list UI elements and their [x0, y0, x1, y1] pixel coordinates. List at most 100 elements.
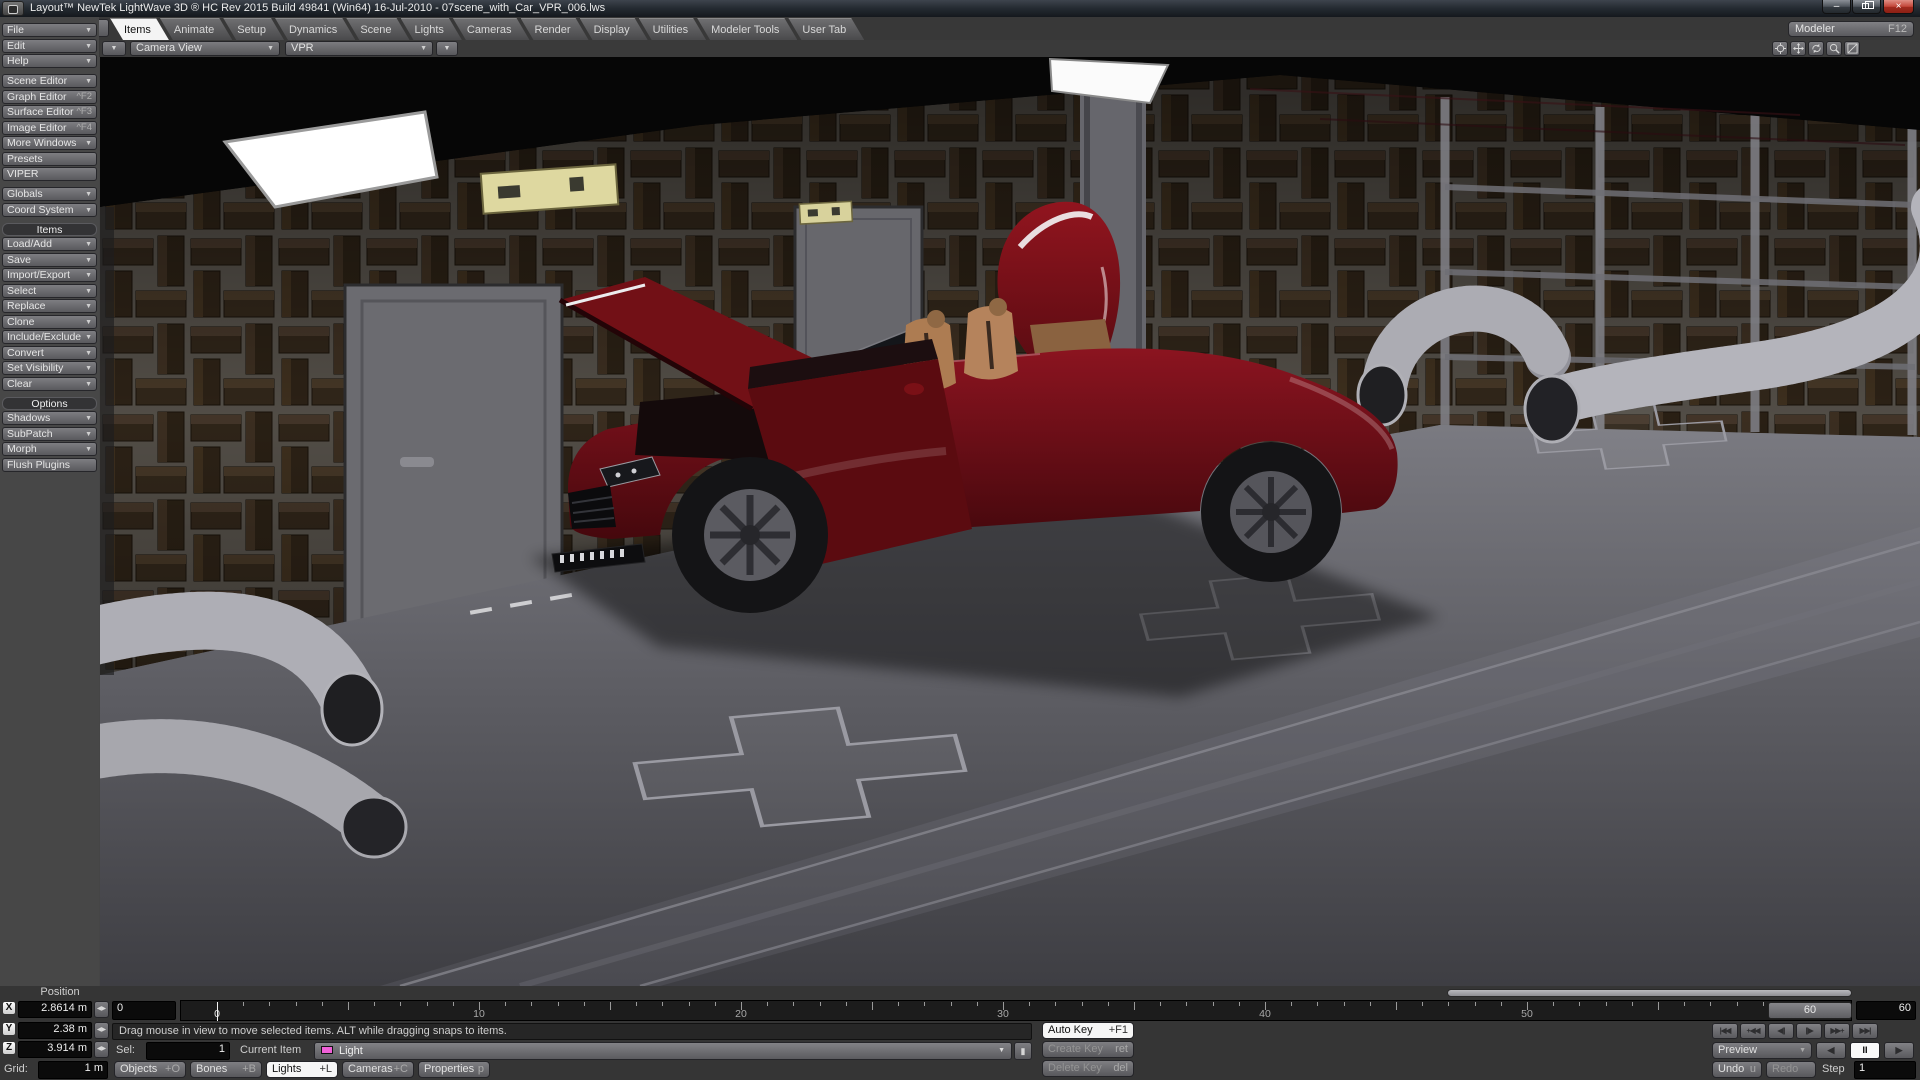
spinner-icon[interactable]: ◀▶ — [94, 1022, 109, 1039]
center-item-icon[interactable] — [1772, 41, 1788, 56]
close-button[interactable]: × — [1883, 0, 1914, 14]
sidebar-item-scene-editor[interactable]: Scene Editor▼ — [2, 74, 97, 88]
modeler-button[interactable]: Modeler F12 — [1788, 21, 1914, 37]
sidebar-item-set-visibility[interactable]: Set Visibility▼ — [2, 361, 97, 375]
redo-button[interactable]: Redo — [1766, 1061, 1816, 1078]
restore-button[interactable] — [1852, 0, 1881, 14]
sidebar-item-flush-plugins[interactable]: Flush Plugins — [2, 458, 97, 472]
viewport-menu-button[interactable]: ▼ — [102, 41, 126, 56]
ruler-tick — [820, 1002, 821, 1006]
sel-label: Sel: — [116, 1044, 135, 1056]
next-keyframe-button[interactable]: ▶▶+ — [1824, 1023, 1850, 1039]
tab-scene[interactable]: Scene — [346, 18, 409, 40]
axis-y-button[interactable]: Y — [2, 1022, 16, 1036]
tab-lights[interactable]: Lights — [401, 18, 462, 40]
preview-dropdown[interactable]: Preview ▼ — [1712, 1042, 1812, 1059]
sidebar-item-presets[interactable]: Presets — [2, 152, 97, 166]
spinner-icon[interactable]: ◀▶ — [94, 1041, 109, 1058]
timeline-ruler[interactable]: 01020304050 — [180, 1000, 1852, 1021]
sidebar-item-surface-editor[interactable]: Surface Editor^F3 — [2, 105, 97, 119]
minimize-button[interactable]: – — [1822, 0, 1851, 14]
prev-frame-button[interactable]: ◀|| — [1768, 1023, 1794, 1039]
zoom-icon[interactable] — [1826, 41, 1842, 56]
step-field[interactable]: 1 — [1854, 1061, 1916, 1079]
next-frame-button[interactable]: ||▶ — [1796, 1023, 1822, 1039]
position-x-field[interactable]: 2.8614 m — [18, 1001, 92, 1018]
sidebar-item-coord-system[interactable]: Coord System▼ — [2, 203, 97, 217]
sidebar-item-clone[interactable]: Clone▼ — [2, 315, 97, 329]
pause-button[interactable]: II — [1850, 1042, 1880, 1059]
timeline-scrollbar[interactable] — [1447, 989, 1852, 997]
sidebar-item-image-editor[interactable]: Image Editor^F4 — [2, 121, 97, 135]
viewport-render[interactable] — [100, 57, 1920, 986]
render-mode-dropdown[interactable]: VPR ▼ — [285, 41, 433, 56]
tab-cameras[interactable]: Cameras — [453, 18, 530, 40]
lights-button[interactable]: Lights+L — [266, 1061, 338, 1078]
sidebar-item-include-exclude[interactable]: Include/Exclude▼ — [2, 330, 97, 344]
cameras-button[interactable]: Cameras+C — [342, 1061, 414, 1078]
undo-button[interactable]: Undo u — [1712, 1061, 1762, 1078]
sidebar-item-more-windows[interactable]: More Windows▼ — [2, 136, 97, 150]
ruler-tick — [610, 1002, 611, 1010]
view-mode-dropdown[interactable]: Camera View ▼ — [130, 41, 280, 56]
position-z-field[interactable]: 3.914 m — [18, 1041, 92, 1058]
sidebar-item-edit[interactable]: Edit▼ — [2, 39, 97, 53]
properties-button[interactable]: Propertiesp — [418, 1061, 490, 1078]
delete-key-button[interactable]: Delete Keydel — [1042, 1060, 1134, 1077]
go-first-frame-button[interactable]: |◀◀ — [1712, 1023, 1738, 1039]
end-frame-field[interactable]: 60 — [1856, 1001, 1916, 1020]
tab-utilities[interactable]: Utilities — [639, 18, 706, 40]
position-y-field[interactable]: 2.38 m — [18, 1022, 92, 1039]
viewport-extra-dropdown[interactable]: ▼ — [436, 41, 458, 56]
rear-wheel — [1201, 442, 1341, 582]
tab-modeler-tools[interactable]: Modeler Tools — [697, 18, 797, 40]
current-item-dropdown[interactable]: Light ▼ — [314, 1042, 1012, 1060]
current-frame-field[interactable]: 0 — [112, 1001, 176, 1020]
chevron-down-icon: ▼ — [85, 55, 92, 69]
ruler-tick — [322, 1002, 323, 1006]
sidebar-item-viper[interactable]: VIPER — [2, 167, 97, 181]
create-key-button[interactable]: Create Keyret — [1042, 1041, 1134, 1058]
play-reverse-button[interactable]: ◀ — [1816, 1042, 1846, 1059]
tab-display[interactable]: Display — [580, 18, 648, 40]
objects-button[interactable]: Objects+O — [114, 1061, 186, 1078]
prev-keyframe-button[interactable]: +◀◀ — [1740, 1023, 1766, 1039]
current-frame-marker[interactable] — [217, 1002, 218, 1021]
grid-size-field[interactable]: 1 m — [38, 1061, 108, 1079]
tab-animate[interactable]: Animate — [160, 18, 232, 40]
spinner-icon[interactable]: ◀▶ — [94, 1001, 109, 1018]
tab-dynamics[interactable]: Dynamics — [275, 18, 355, 40]
ruler-tick — [1029, 1002, 1030, 1006]
tab-setup[interactable]: Setup — [223, 18, 284, 40]
sidebar-item-graph-editor[interactable]: Graph Editor^F2 — [2, 90, 97, 104]
tab-render[interactable]: Render — [521, 18, 589, 40]
timeline-range-handle[interactable]: 60 — [1768, 1002, 1852, 1019]
sidebar-item-convert[interactable]: Convert▼ — [2, 346, 97, 360]
sidebar-item-globals[interactable]: Globals▼ — [2, 187, 97, 201]
sidebar-item-help[interactable]: Help▼ — [2, 54, 97, 68]
ruler-tick — [1213, 1002, 1214, 1006]
sidebar-item-import-export[interactable]: Import/Export▼ — [2, 268, 97, 282]
sidebar-item-shadows[interactable]: Shadows▼ — [2, 411, 97, 425]
bones-button[interactable]: Bones+B — [190, 1061, 262, 1078]
go-last-frame-button[interactable]: ▶▶| — [1852, 1023, 1878, 1039]
play-forward-button[interactable]: ▶ — [1884, 1042, 1914, 1059]
sidebar-item-morph[interactable]: Morph▼ — [2, 442, 97, 456]
sidebar-item-save[interactable]: Save▼ — [2, 253, 97, 267]
item-lock-button[interactable]: ▮ — [1014, 1042, 1032, 1060]
tab-items[interactable]: Items — [110, 18, 169, 40]
axis-x-button[interactable]: X — [2, 1001, 16, 1015]
sidebar-item-file[interactable]: File▼ — [2, 23, 97, 37]
ruler-tick — [951, 1002, 952, 1006]
auto-key-button[interactable]: Auto Key+F1 — [1042, 1022, 1134, 1039]
tab-user-tab[interactable]: User Tab — [788, 18, 864, 40]
sidebar-item-clear[interactable]: Clear▼ — [2, 377, 97, 391]
sidebar-item-replace[interactable]: Replace▼ — [2, 299, 97, 313]
axis-z-button[interactable]: Z — [2, 1041, 16, 1055]
move-icon[interactable] — [1790, 41, 1806, 56]
sidebar-item-select[interactable]: Select▼ — [2, 284, 97, 298]
sidebar-item-load-add[interactable]: Load/Add▼ — [2, 237, 97, 251]
rotate-icon[interactable] — [1808, 41, 1824, 56]
sidebar-item-subpatch[interactable]: SubPatch▼ — [2, 427, 97, 441]
maximize-pane-icon[interactable] — [1844, 41, 1860, 56]
